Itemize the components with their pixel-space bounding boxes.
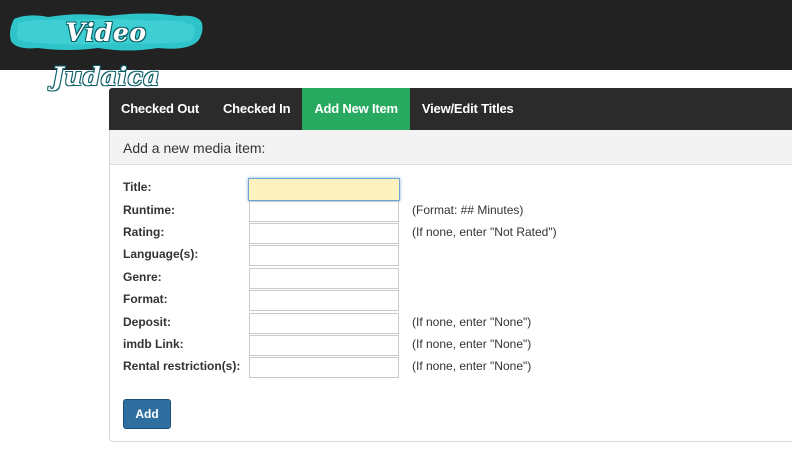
title-label: Title: [123,180,152,194]
title-field[interactable] [248,178,400,201]
deposit-label: Deposit: [123,315,171,329]
logo-text: Video Judaica [51,18,161,91]
add-button[interactable]: Add [123,399,171,429]
panel-heading: Add a new media item: [110,130,792,165]
deposit-field[interactable] [249,313,399,334]
site-logo[interactable]: Video Judaica [8,11,204,91]
rental-restrictions-hint: (If none, enter "None") [412,359,532,373]
runtime-label: Runtime: [123,203,175,217]
tab-add-new-item[interactable]: Add New Item [302,88,410,130]
top-bar: Video Judaica [0,0,792,91]
runtime-hint: (Format: ## Minutes) [412,203,524,217]
rental-restrictions-field[interactable] [249,357,399,378]
tab-view-edit-titles[interactable]: View/Edit Titles [410,88,526,130]
format-label: Format: [123,292,168,306]
runtime-field[interactable] [249,201,399,222]
tab-checked-out[interactable]: Checked Out [109,88,211,130]
imdb-link-label: imdb Link: [123,337,184,351]
rental-restrictions-label: Rental restriction(s): [123,359,241,373]
format-field[interactable] [249,290,399,311]
rating-hint: (If none, enter "Not Rated") [412,225,557,239]
page-title: Add a new media item: [123,140,266,156]
rating-label: Rating: [123,225,165,239]
deposit-hint: (If none, enter "None") [412,315,532,329]
imdb-link-hint: (If none, enter "None") [412,337,532,351]
rating-field[interactable] [249,223,399,244]
imdb-link-field[interactable] [249,335,399,356]
genre-field[interactable] [249,268,399,289]
main-nav: Checked Out Checked In Add New Item View… [109,88,792,130]
tab-checked-in[interactable]: Checked In [211,88,302,130]
language-label: Language(s): [123,247,199,261]
genre-label: Genre: [123,270,162,284]
language-field[interactable] [249,245,399,266]
